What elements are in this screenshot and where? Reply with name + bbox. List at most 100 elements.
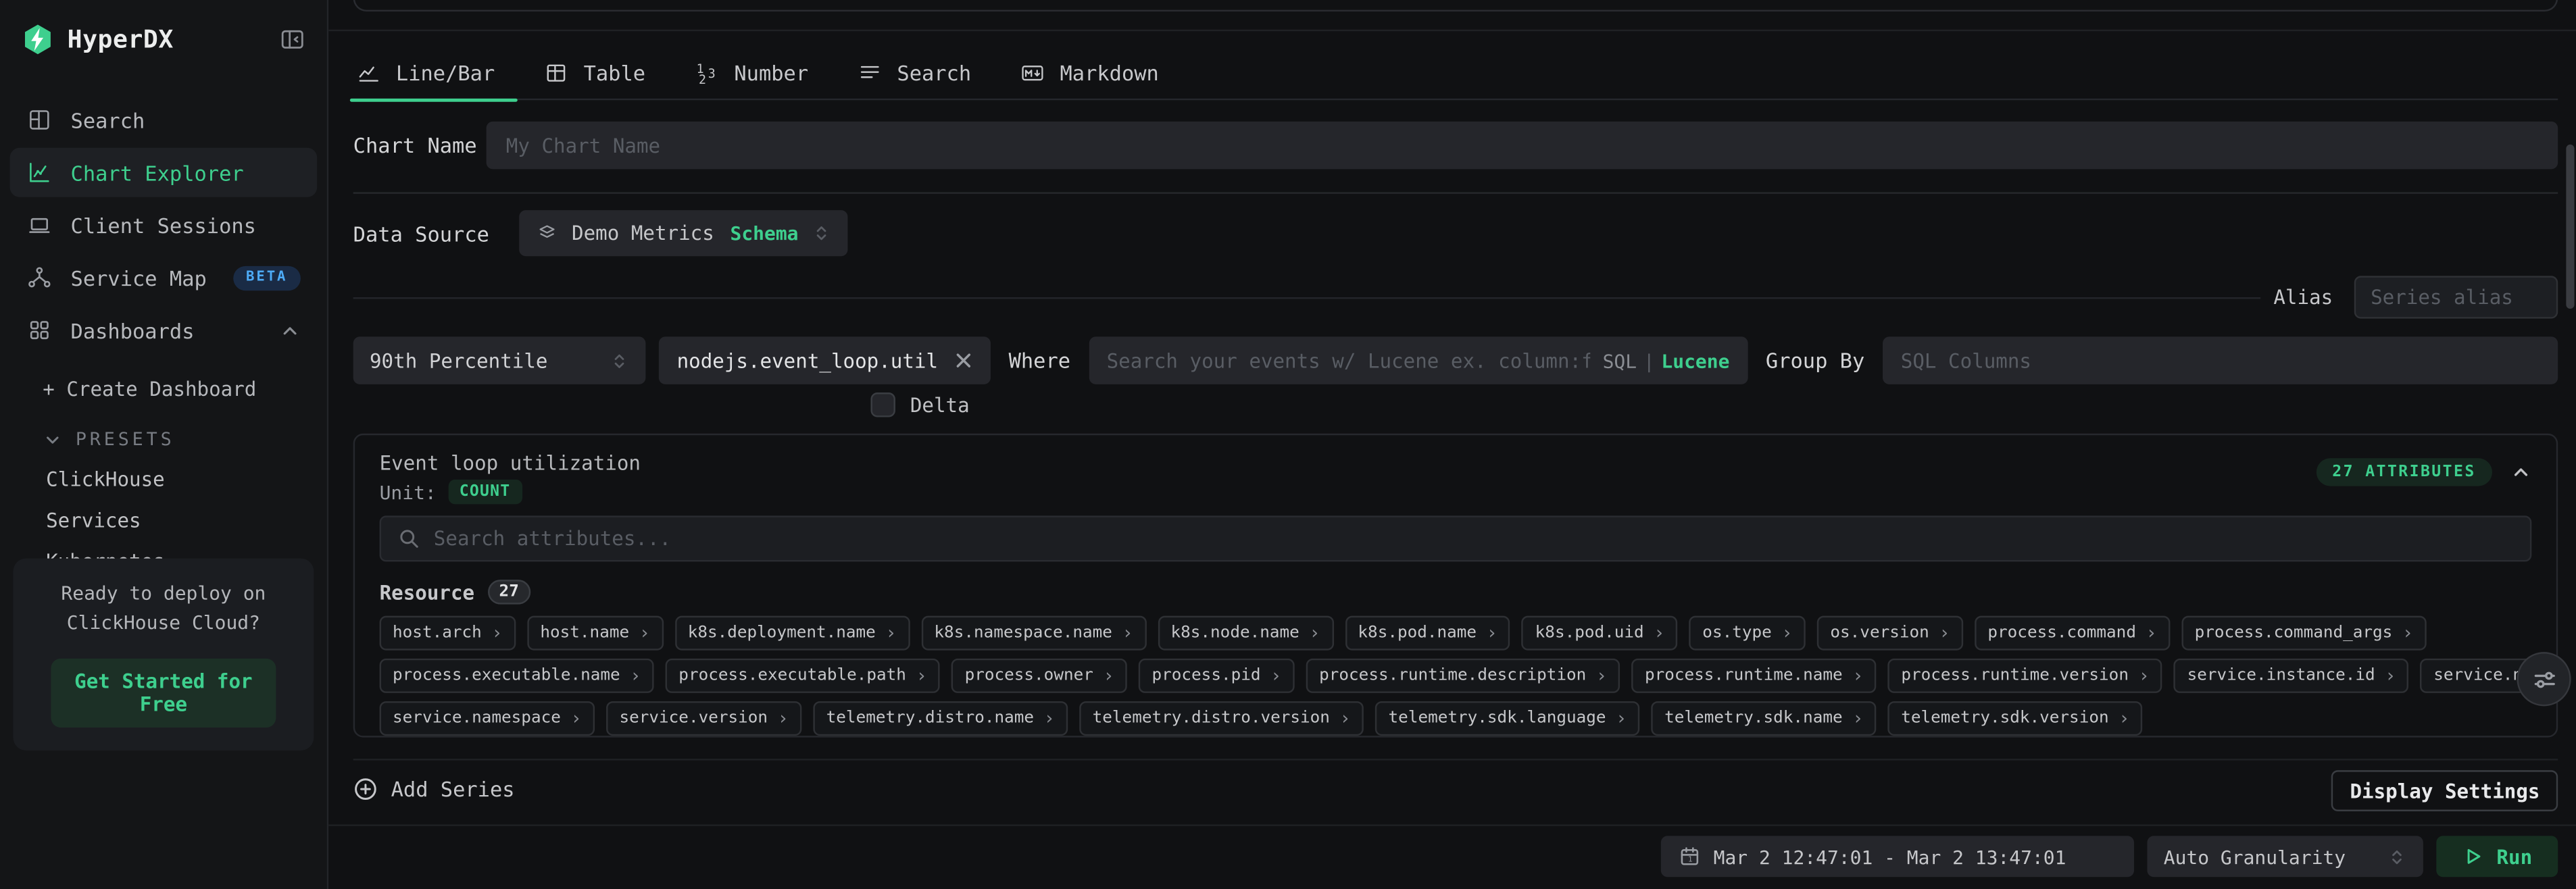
attribute-chip-label: service.instance.id — [2187, 667, 2375, 685]
get-started-button[interactable]: Get Started for Free — [51, 658, 276, 727]
delta-checkbox[interactable] — [870, 392, 895, 417]
attribute-chip[interactable]: service.instance.id› — [2174, 659, 2409, 693]
attribute-chip[interactable]: process.runtime.name› — [1632, 659, 1877, 693]
sidebar-item-client-sessions[interactable]: Client Sessions — [10, 201, 318, 250]
attribute-chip[interactable]: host.name› — [527, 616, 663, 651]
data-source-select[interactable]: Demo Metrics Schema — [519, 210, 847, 256]
attribute-chip[interactable]: host.arch› — [380, 616, 516, 651]
chart-type-tabs: Line/Bar Table 123 Number Search Markdow… — [353, 48, 2558, 101]
query-language-toggle[interactable]: SQL|Lucene — [1603, 349, 1730, 372]
attribute-chip[interactable]: process.pid› — [1139, 659, 1295, 693]
schema-link[interactable]: Schema — [730, 222, 799, 245]
attribute-chip[interactable]: service.namespace› — [380, 701, 595, 736]
chevron-right-icon: › — [1309, 622, 1320, 644]
attribute-chip[interactable]: k8s.pod.name› — [1345, 616, 1510, 651]
preset-clickhouse[interactable]: ClickHouse — [46, 468, 307, 491]
sidebar-nav: Search Chart Explorer Client Sessions Se… — [0, 95, 327, 355]
tab-markdown[interactable]: Markdown — [1017, 48, 1162, 99]
attribute-chip[interactable]: k8s.pod.uid› — [1522, 616, 1678, 651]
attributes-panel-controls: 27 ATTRIBUTES — [2316, 458, 2531, 486]
attribute-chip[interactable]: os.version› — [1817, 616, 1963, 651]
hyperdx-logo-icon[interactable] — [22, 23, 55, 56]
language-separator: | — [1637, 349, 1661, 372]
group-by-input[interactable] — [1883, 336, 2558, 384]
group-by-field[interactable] — [1901, 349, 2540, 372]
attribute-chip-row: process.executable.name› process.executab… — [380, 659, 2532, 693]
where-search-field[interactable] — [1107, 349, 1590, 372]
run-label: Run — [2496, 845, 2532, 868]
time-range-value: Mar 2 12:47:01 - Mar 2 13:47:01 — [1714, 845, 2066, 868]
tab-table[interactable]: Table — [541, 48, 649, 99]
tab-number[interactable]: 123 Number — [691, 48, 812, 99]
attribute-chip[interactable]: process.executable.path› — [666, 659, 940, 693]
metric-description: Event loop utilization — [380, 452, 641, 476]
chevron-right-icon: › — [1340, 708, 1351, 730]
layers-icon — [536, 222, 559, 245]
attribute-chip[interactable]: telemetry.sdk.version› — [1888, 701, 2143, 736]
attribute-chip[interactable]: os.type› — [1689, 616, 1806, 651]
feedback-widget-button[interactable] — [2517, 652, 2571, 706]
display-settings-button[interactable]: Display Settings — [2332, 770, 2558, 811]
sidebar-item-label: Chart Explorer — [71, 160, 244, 184]
attribute-chip[interactable]: process.runtime.version› — [1888, 659, 2162, 693]
sidebar-item-search[interactable]: Search — [10, 95, 318, 145]
preset-services[interactable]: Services — [46, 509, 307, 532]
service-map-icon — [26, 264, 53, 290]
attributes-panel-titles: Event loop utilization Unit: COUNT — [380, 452, 641, 505]
sidebar-item-service-map[interactable]: Service Map BETA — [10, 253, 318, 302]
sql-option[interactable]: SQL — [1603, 349, 1637, 372]
tab-search[interactable]: Search — [854, 48, 974, 99]
lucene-option[interactable]: Lucene — [1661, 349, 1729, 372]
chevron-right-icon: › — [885, 622, 896, 644]
alias-input[interactable] — [2354, 276, 2558, 318]
attribute-chip[interactable]: k8s.deployment.name› — [674, 616, 910, 651]
attribute-chip[interactable]: telemetry.distro.name› — [813, 701, 1068, 736]
divider — [328, 30, 2576, 31]
attribute-chip[interactable]: service.version› — [606, 701, 801, 736]
attribute-search-field[interactable] — [434, 527, 2514, 550]
attribute-search-input[interactable] — [380, 515, 2532, 561]
attribute-chip[interactable]: telemetry.distro.version › — [1079, 701, 1364, 736]
sidebar-item-chart-explorer[interactable]: Chart Explorer — [10, 148, 318, 197]
collapse-sidebar-icon[interactable] — [279, 26, 305, 53]
attribute-chip-label: telemetry.distro.version — [1093, 709, 1330, 728]
alias-field[interactable] — [2371, 286, 2542, 309]
chart-preview-edge — [353, 0, 2558, 11]
sidebar-item-dashboards[interactable]: Dashboards — [10, 305, 318, 355]
attribute-chip[interactable]: telemetry.sdk.language› — [1375, 701, 1640, 736]
series-config-row: 90th Percentile nodejs.event_loop.util W… — [353, 336, 2558, 384]
attribute-chip[interactable]: process.command› — [1975, 616, 2170, 651]
presets-header[interactable]: PRESETS — [43, 429, 307, 451]
attribute-chip[interactable]: process.owner› — [951, 659, 1127, 693]
create-dashboard-button[interactable]: + Create Dashboard — [43, 378, 307, 401]
chevron-up-icon[interactable] — [279, 320, 301, 341]
group-count-badge: 27 — [488, 580, 530, 604]
metric-select[interactable]: nodejs.event_loop.util — [659, 336, 991, 384]
add-series-button[interactable]: Add Series — [353, 777, 515, 801]
chevron-up-icon[interactable] — [2510, 461, 2532, 483]
svg-text:3: 3 — [708, 67, 715, 81]
tab-line-bar[interactable]: Line/Bar — [353, 48, 498, 99]
chart-name-field[interactable] — [506, 134, 2538, 157]
run-button[interactable]: Run — [2436, 836, 2558, 877]
chevron-right-icon: › — [2139, 665, 2150, 687]
attribute-chip[interactable]: process.runtime.description› — [1306, 659, 1620, 693]
sidebar-item-label: Dashboards — [71, 318, 195, 342]
where-search-input[interactable]: SQL|Lucene — [1089, 336, 1748, 384]
time-range-input[interactable]: 1 Mar 2 12:47:01 - Mar 2 13:47:01 — [1661, 836, 2134, 877]
chart-name-input[interactable] — [487, 122, 2558, 170]
close-icon[interactable] — [954, 351, 972, 370]
attribute-chip[interactable]: process.executable.name› — [380, 659, 654, 693]
aggregation-select[interactable]: 90th Percentile — [353, 336, 646, 384]
scrollbar-thumb[interactable] — [2566, 145, 2574, 309]
tab-label: Line/Bar — [396, 61, 495, 85]
footer-controls: 1 Mar 2 12:47:01 - Mar 2 13:47:01 Auto G… — [1661, 836, 2558, 877]
attribute-chip-label: service.namespace — [393, 709, 561, 728]
chevron-right-icon: › — [1044, 708, 1055, 730]
granularity-select[interactable]: Auto Granularity — [2147, 836, 2423, 877]
attribute-chip[interactable]: telemetry.sdk.name› — [1652, 701, 1877, 736]
attribute-chip[interactable]: k8s.node.name› — [1158, 616, 1333, 651]
attribute-chip[interactable]: k8s.namespace.name› — [921, 616, 1146, 651]
attribute-chip[interactable]: process.command_args› — [2181, 616, 2426, 651]
attribute-chip-label: process.pid — [1152, 667, 1261, 685]
